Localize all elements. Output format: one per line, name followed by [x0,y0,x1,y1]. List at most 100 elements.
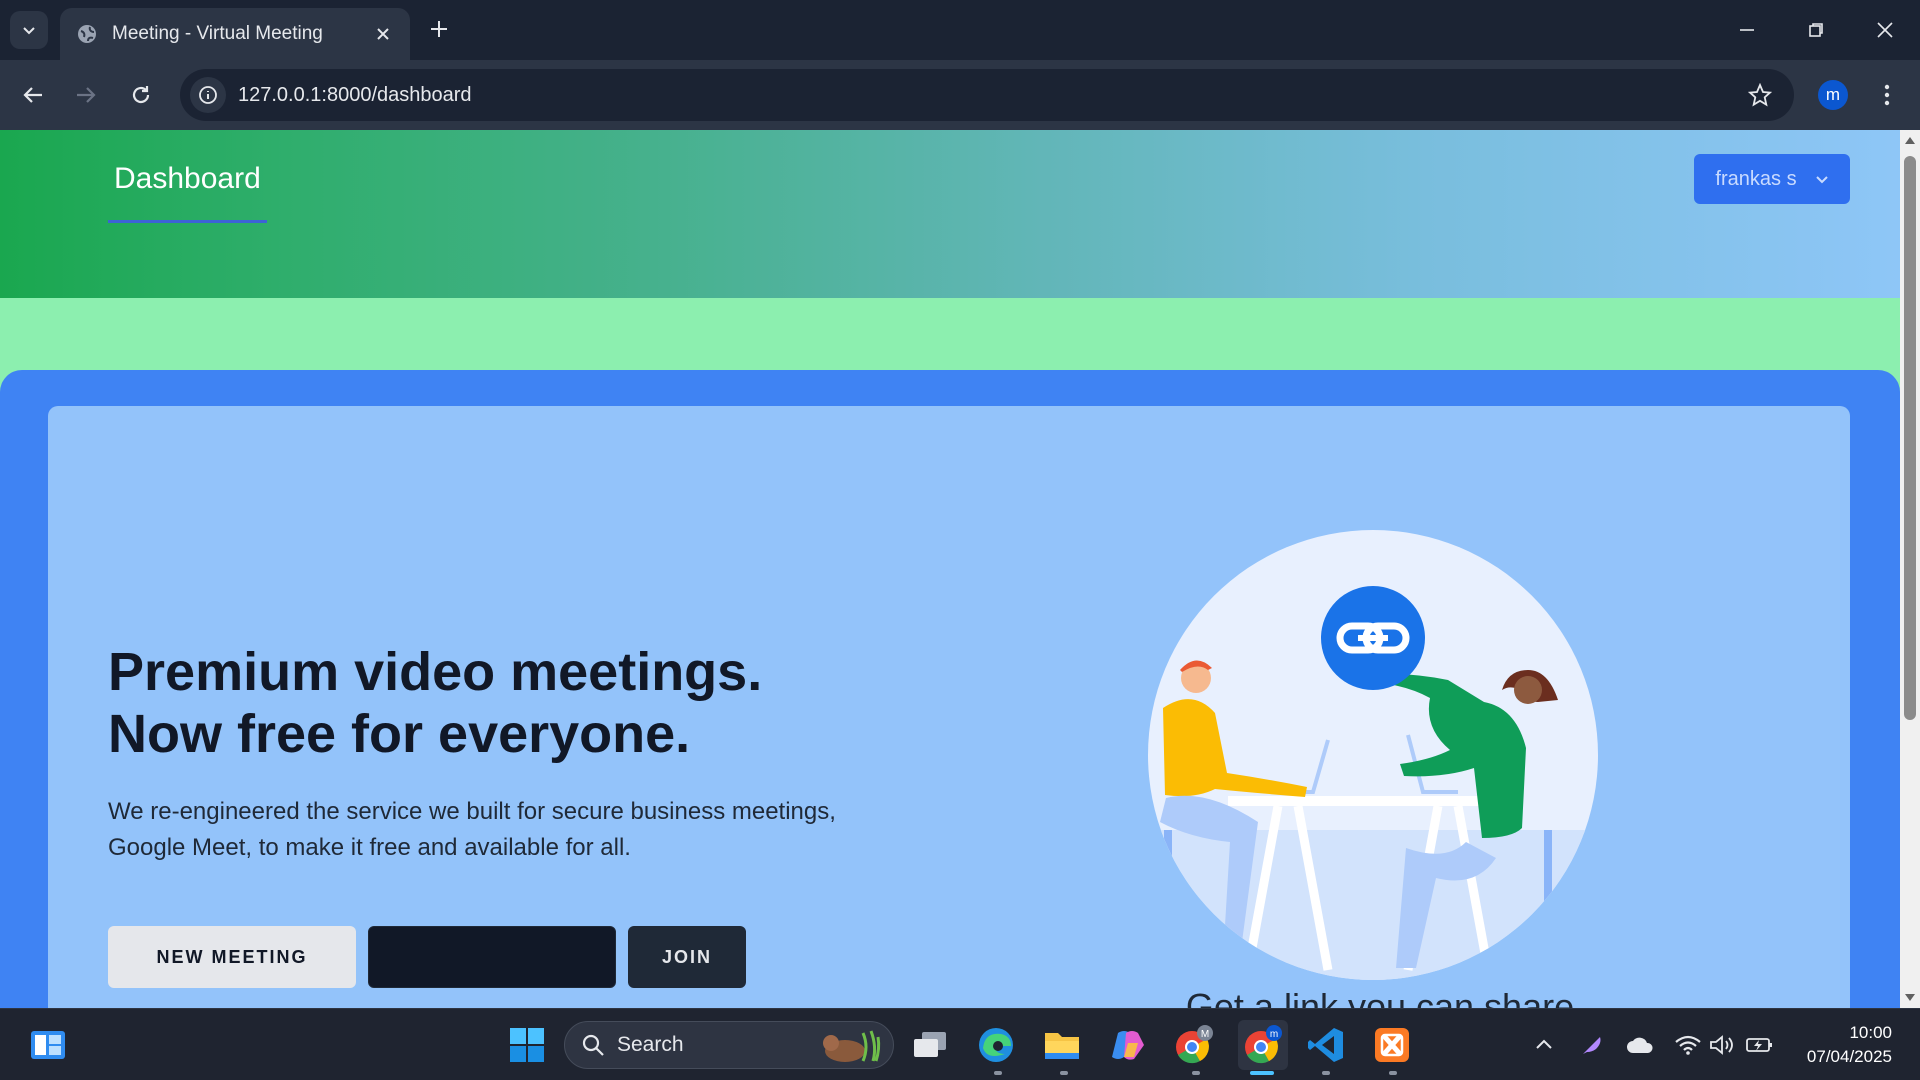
taskbar-chrome-active[interactable]: m [1238,1020,1288,1070]
beaver-highlight-icon [823,1030,881,1062]
windows-logo-icon [510,1028,544,1062]
scroll-up-arrow-icon[interactable] [1904,134,1916,146]
copilot-icon [1112,1031,1144,1060]
hero-card: Premium video meetings. Now free for eve… [48,406,1850,1008]
info-icon [199,86,217,104]
back-button[interactable] [15,77,51,113]
browser-tab-bar: Meeting - Virtual Meeting [0,0,1920,60]
main-panel: Premium video meetings. Now free for eve… [0,370,1900,1008]
close-icon [1877,22,1893,38]
tab-close-button[interactable] [372,23,394,45]
star-icon [1748,83,1772,107]
widgets-button[interactable] [26,1023,70,1067]
running-indicator [1060,1071,1068,1075]
site-info-button[interactable] [190,77,226,113]
url-text[interactable]: 127.0.0.1:8000/dashboard [238,84,472,107]
bookmark-button[interactable] [1746,81,1774,109]
user-menu-button[interactable]: frankas s [1694,154,1850,204]
reload-icon [132,86,150,104]
join-button[interactable]: JOIN [628,926,746,988]
taskbar-xampp[interactable] [1370,1023,1414,1067]
taskbar-chrome-profile-m[interactable]: M [1172,1023,1216,1067]
chrome-icon: m [1245,1025,1282,1064]
taskbar-copilot[interactable] [1106,1023,1150,1067]
show-hidden-icons-button[interactable] [1530,1031,1558,1059]
edge-icon [979,1028,1013,1062]
hero-title-line-2: Now free for everyone. [108,704,691,764]
running-indicator [1192,1071,1200,1075]
browser-toolbar: 127.0.0.1:8000/dashboard m [0,60,1920,130]
meeting-illustration [1148,530,1598,980]
close-window-button[interactable] [1867,12,1903,48]
more-vertical-icon [1884,84,1890,106]
illustration-caption: Get a link you can share [1185,986,1575,1008]
tray-volume[interactable] [1708,1031,1736,1059]
taskbar-vscode[interactable] [1304,1023,1348,1067]
hero-description-line-2: Google Meet, to make it free and availab… [108,834,631,861]
chevron-up-icon [1536,1039,1552,1049]
running-indicator [1389,1071,1397,1075]
forward-button[interactable] [68,77,104,113]
taskbar-search[interactable]: Search [564,1021,894,1069]
start-button[interactable] [505,1023,549,1067]
restore-button[interactable] [1798,12,1834,48]
nav-link-dashboard[interactable]: Dashboard [108,162,267,223]
globe-icon [78,25,96,43]
windows-taskbar: Search M m 10:00 07/04/2025 [0,1008,1920,1080]
tray-pen-app[interactable] [1578,1031,1606,1059]
hero-title-line-1: Premium video meetings. [108,642,763,702]
tray-onedrive[interactable] [1626,1031,1654,1059]
clock-time: 10:00 [1849,1023,1892,1042]
speaker-icon [1710,1035,1733,1055]
meeting-code-input[interactable] [368,926,616,988]
new-meeting-button[interactable]: NEW MEETING [108,926,356,988]
svg-text:M: M [1201,1029,1209,1040]
wifi-icon [1675,1035,1701,1055]
browser-menu-button[interactable] [1872,77,1902,113]
search-icon [582,1034,604,1056]
plus-icon [431,21,447,37]
taskbar-edge[interactable] [974,1023,1018,1067]
running-indicator [1322,1071,1330,1075]
chevron-down-icon [1815,176,1828,184]
page-scrollbar[interactable] [1900,130,1920,1008]
xampp-icon [1375,1028,1409,1062]
scroll-down-arrow-icon[interactable] [1904,992,1916,1004]
address-bar[interactable]: 127.0.0.1:8000/dashboard [180,69,1794,121]
tray-wifi[interactable] [1674,1031,1702,1059]
battery-charging-icon [1746,1038,1772,1052]
profile-avatar[interactable]: m [1818,80,1848,110]
arrow-right-icon [77,87,96,103]
folder-icon [1045,1033,1079,1059]
scrollbar-thumb[interactable] [1904,156,1916,720]
chevron-down-icon [23,27,35,35]
task-view-icon [914,1032,946,1057]
arrow-left-icon [23,87,42,103]
close-icon [377,28,389,40]
hero-description-line-1: We re-engineered the service we built fo… [108,798,836,825]
search-label: Search [617,1033,684,1056]
tab-title: Meeting - Virtual Meeting [112,23,323,44]
tab-search-button[interactable] [10,11,48,49]
active-indicator [1250,1071,1274,1075]
vscode-icon [1308,1028,1343,1062]
chrome-icon: M [1176,1025,1213,1064]
restore-icon [1809,23,1823,37]
feather-pen-icon [1583,1037,1601,1054]
hero-description: We re-engineered the service we built fo… [108,794,888,866]
widgets-icon [31,1031,65,1059]
browser-tab-active[interactable]: Meeting - Virtual Meeting [60,8,410,60]
clock-date: 07/04/2025 [1806,1047,1892,1066]
task-view-button[interactable] [908,1023,952,1067]
user-menu-label: frankas s [1715,167,1797,190]
taskbar-file-explorer[interactable] [1040,1023,1084,1067]
hero-title: Premium video meetings. Now free for eve… [108,641,868,765]
minimize-button[interactable] [1729,12,1765,48]
running-indicator [994,1071,1002,1075]
taskbar-clock[interactable]: 10:00 07/04/2025 [1792,1021,1892,1069]
reload-button[interactable] [123,77,159,113]
tray-battery[interactable] [1746,1031,1774,1059]
page-header: Dashboard frankas s [0,130,1900,298]
page-viewport: Dashboard frankas s Premium video meetin… [0,130,1900,1008]
new-tab-button[interactable] [424,14,454,44]
